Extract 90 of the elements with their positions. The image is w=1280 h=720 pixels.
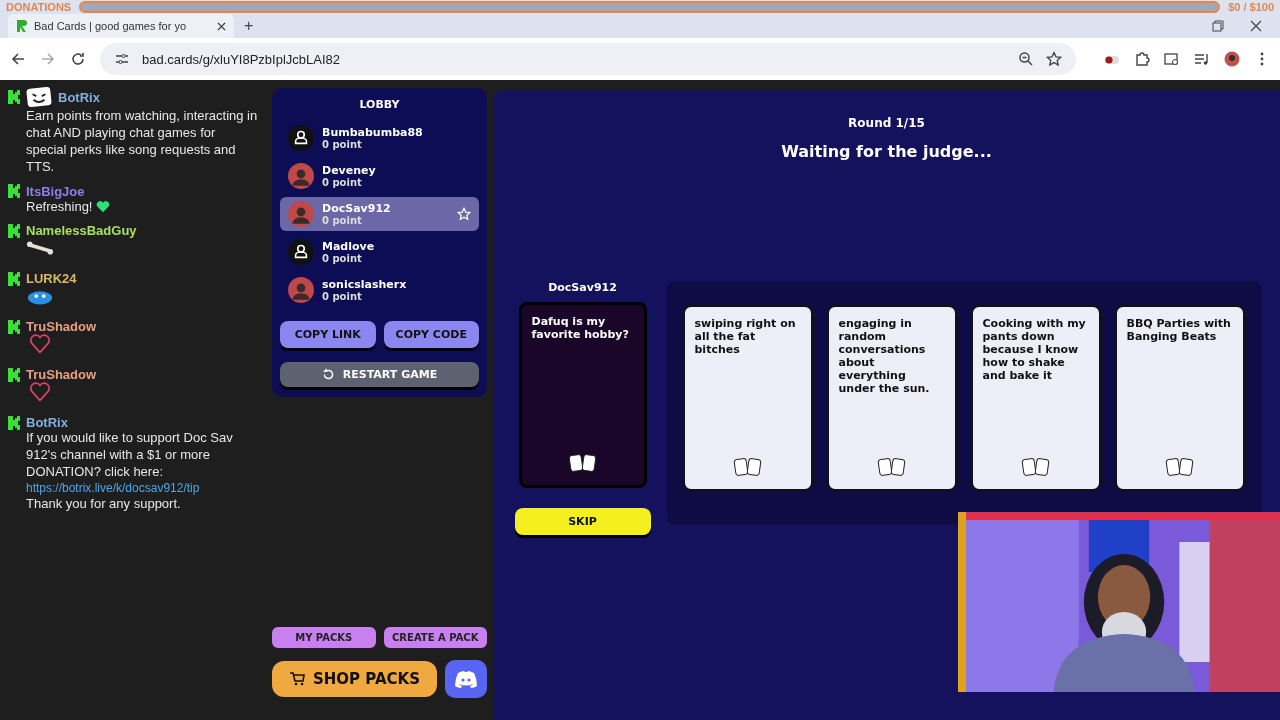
kick-badge-icon bbox=[8, 271, 20, 286]
answer-text: engaging in random conversations about everything under the sun. bbox=[838, 317, 931, 395]
donations-amount: $0 / $100 bbox=[1228, 1, 1274, 13]
lobby-title: LOBBY bbox=[358, 98, 401, 111]
chat-message: Thank you for any support. bbox=[26, 496, 181, 512]
player-points: 0 point bbox=[322, 291, 363, 302]
player-points: 0 point bbox=[322, 253, 363, 264]
copy-button[interactable]: COPY LINK bbox=[280, 321, 376, 348]
answer-text: Cooking with my pants down because I know how to shake and bake it bbox=[982, 317, 1087, 382]
back-icon[interactable] bbox=[10, 51, 26, 67]
player-name: Deveney bbox=[322, 164, 377, 177]
judge-name: DocSav912 bbox=[548, 281, 617, 294]
answer-card[interactable]: engaging in random conversations about everything under the sun. bbox=[826, 305, 957, 491]
chat-username: LURK24 bbox=[26, 271, 77, 287]
kick-badge-icon bbox=[8, 184, 20, 199]
cart-icon bbox=[289, 671, 305, 687]
player-name: Madlove bbox=[322, 240, 376, 253]
shop-packs-button[interactable]: SHOP PACKS bbox=[272, 661, 437, 697]
player-row[interactable]: Bumbabumba88 0 point bbox=[280, 121, 479, 155]
cards-logo-icon bbox=[1164, 455, 1195, 479]
answer-card[interactable]: swiping right on all the fat bitches bbox=[682, 305, 813, 491]
favicon-icon bbox=[16, 19, 28, 33]
restart-game-button[interactable]: RESTART GAME bbox=[280, 362, 479, 387]
close-icon[interactable] bbox=[1250, 20, 1262, 32]
cards-logo-icon bbox=[732, 455, 763, 479]
status-heading: Waiting for the judge... bbox=[781, 142, 992, 161]
player-name: DocSav912 bbox=[322, 202, 392, 215]
user-avatar-icon bbox=[288, 125, 314, 151]
skip-button[interactable]: SKIP bbox=[514, 508, 651, 535]
avatar-icon bbox=[288, 201, 314, 227]
cards-logo-icon bbox=[567, 451, 598, 475]
kick-badge-icon bbox=[8, 367, 20, 382]
profile-avatar-icon[interactable] bbox=[1224, 51, 1240, 67]
chat-message: Refreshing! bbox=[26, 198, 93, 214]
chat-message: Earn points from watching, interacting in chat AND playing chat games for special perks like song requests and TTS. bbox=[26, 108, 258, 174]
kick-badge-icon bbox=[8, 415, 20, 430]
pack-button[interactable]: CREATE A PACK bbox=[383, 627, 487, 648]
chat-username: TruShadow bbox=[26, 367, 97, 383]
question-text: Dafuq is my favorite hobby? bbox=[531, 315, 630, 341]
zoom-icon[interactable] bbox=[1018, 51, 1034, 67]
answer-card[interactable]: BBQ Parties with Banging Beats bbox=[1114, 305, 1245, 491]
player-row[interactable]: Madlove 0 point bbox=[280, 235, 479, 269]
star-icon[interactable] bbox=[1046, 51, 1062, 67]
new-tab-button[interactable]: + bbox=[240, 17, 258, 35]
chat-username: TruShadow bbox=[26, 319, 97, 335]
url-text: bad.cards/g/xluYI8PzbIplJcbLAI82 bbox=[142, 51, 340, 67]
chat-username: BotRix bbox=[58, 89, 100, 105]
answer-card[interactable]: Cooking with my pants down because I know how to shake and bake it bbox=[970, 305, 1101, 491]
close-icon[interactable] bbox=[217, 21, 226, 31]
player-name: Bumbabumba88 bbox=[322, 126, 424, 139]
restore-icon[interactable] bbox=[1212, 20, 1224, 32]
player-name: sonicslasherx bbox=[322, 278, 408, 291]
player-row[interactable]: Deveney 0 point bbox=[280, 159, 479, 193]
player-row[interactable]: sonicslasherx 0 point bbox=[280, 273, 479, 307]
answer-text: swiping right on all the fat bitches bbox=[694, 317, 797, 356]
restart-icon bbox=[321, 368, 335, 381]
cards-logo-icon bbox=[1020, 455, 1051, 479]
pack-button[interactable]: MY PACKS bbox=[272, 627, 376, 648]
chat-username: ItsBigJoe bbox=[26, 183, 85, 199]
cards-logo-icon bbox=[876, 455, 907, 479]
answer-text: BBQ Parties with Banging Beats bbox=[1126, 317, 1232, 343]
discord-icon bbox=[454, 670, 478, 688]
avatar-icon bbox=[288, 163, 314, 189]
player-row[interactable]: DocSav912 0 point bbox=[280, 197, 479, 231]
reload-icon[interactable] bbox=[70, 51, 86, 67]
round-label: Round 1/15 bbox=[848, 116, 925, 130]
copy-button[interactable]: COPY CODE bbox=[383, 321, 479, 348]
donations-label: DONATIONS bbox=[6, 1, 72, 13]
bot-avatar-icon bbox=[26, 86, 52, 108]
extensions-icon[interactable] bbox=[1134, 51, 1150, 67]
chat-link[interactable]: https://botrix.live/k/docsav912/tip bbox=[26, 480, 258, 497]
chat-message: If you would like to support Doc Sav 912's channel with a $1 or more DONATION? click here: bbox=[26, 430, 233, 479]
heart-icon bbox=[96, 201, 111, 214]
browser-tab[interactable]: Bad Cards | good games for yo bbox=[8, 14, 234, 38]
tab-title: Bad Cards | good games for yo bbox=[34, 20, 187, 32]
avatar-icon bbox=[288, 277, 314, 303]
tab-search-icon[interactable] bbox=[1164, 51, 1180, 67]
kick-badge-icon bbox=[8, 319, 20, 334]
kick-badge-icon bbox=[8, 223, 20, 238]
player-points: 0 point bbox=[322, 177, 363, 188]
kick-badge-icon bbox=[8, 90, 20, 104]
chat-username: NamelessBadGuy bbox=[26, 223, 137, 239]
player-points: 0 point bbox=[322, 215, 363, 226]
site-settings-icon[interactable] bbox=[114, 51, 130, 67]
discord-button[interactable] bbox=[445, 660, 487, 698]
chat-username: BotRix bbox=[26, 415, 68, 430]
user-avatar-icon bbox=[288, 239, 314, 265]
media-icon[interactable] bbox=[1194, 51, 1210, 67]
address-bar[interactable]: bad.cards/g/xluYI8PzbIplJcbLAI82 bbox=[100, 43, 1076, 75]
player-points: 0 point bbox=[322, 139, 363, 150]
